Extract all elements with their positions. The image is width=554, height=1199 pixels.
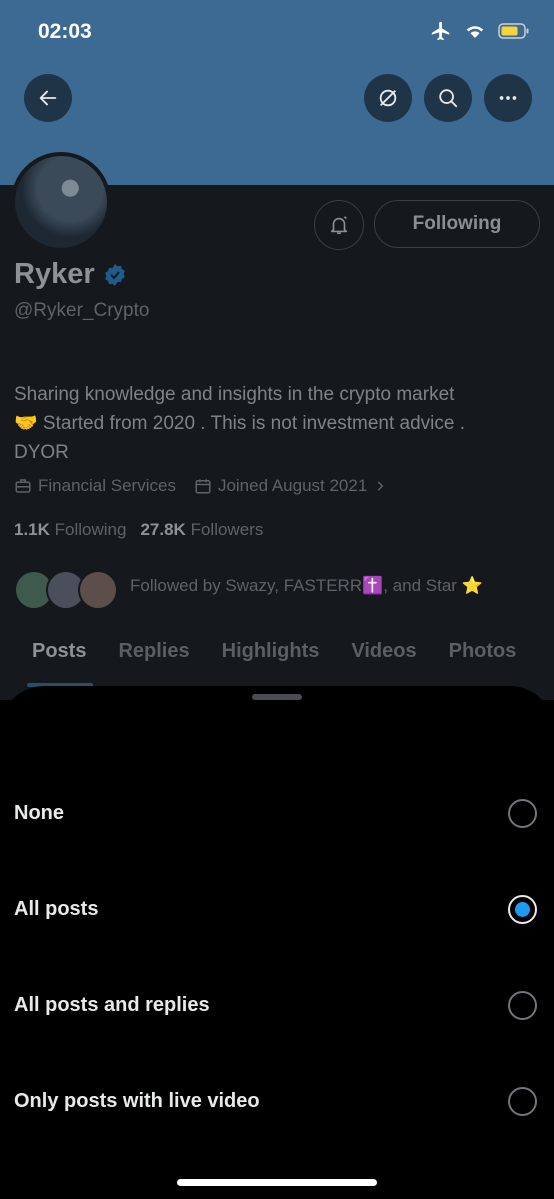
profile-tabs: Posts Replies Highlights Videos Photos [0, 640, 554, 663]
option-live-video[interactable]: Only posts with live video [0, 1071, 554, 1131]
option-none[interactable]: None [0, 783, 554, 843]
profile-stats: 1.1K Following 27.8K Followers [14, 520, 263, 540]
back-button[interactable] [24, 74, 72, 122]
bio-line: DYOR [14, 442, 69, 463]
profile-joined: Joined August 2021 [217, 476, 368, 495]
more-icon [499, 96, 517, 100]
followers-count-link[interactable]: 27.8K Followers [140, 520, 263, 540]
following-button[interactable]: Following [374, 200, 540, 248]
bio-line: Sharing knowledge and insights in the cr… [14, 384, 455, 405]
following-count: 1.1K [14, 520, 50, 539]
profile-handle: @Ryker_Crypto [14, 300, 150, 321]
tab-highlights[interactable]: Highlights [206, 640, 336, 663]
more-button[interactable] [484, 74, 532, 122]
search-icon [439, 89, 458, 108]
following-label: Following [54, 520, 127, 539]
verified-badge-icon [104, 263, 125, 286]
sheet-grabber[interactable] [252, 694, 302, 700]
bio-line: 🤝 Started from 2020 . This is not invest… [14, 413, 466, 434]
option-label: All posts [14, 897, 99, 920]
airplane-icon [431, 21, 450, 41]
wifi-icon [466, 26, 484, 38]
radio-all-posts[interactable] [508, 894, 537, 924]
avatar[interactable] [11, 152, 111, 252]
tab-posts[interactable]: Posts [16, 640, 102, 663]
calendar-icon [195, 479, 211, 494]
bell-icon [330, 216, 348, 235]
home-indicator[interactable] [177, 1179, 377, 1186]
followers-label: Followers [190, 520, 264, 539]
profile-category: Financial Services [38, 476, 176, 495]
followed-by-avatars[interactable] [14, 568, 124, 612]
avatar [78, 570, 118, 610]
status-time: 02:03 [38, 20, 92, 43]
radio-all-posts-and-replies[interactable] [508, 990, 537, 1020]
followed-by-text[interactable]: Followed by Swazy, FASTERR✝️, and Star ⭐ [130, 576, 483, 596]
tab-videos[interactable]: Videos [335, 640, 432, 663]
profile-meta: Financial Services Joined August 2021 [14, 476, 387, 496]
briefcase-icon [15, 479, 31, 493]
following-count-link[interactable]: 1.1K Following [14, 520, 126, 540]
radio-live-video[interactable] [508, 1086, 537, 1116]
option-label: None [14, 801, 64, 824]
option-all-posts[interactable]: All posts [0, 879, 554, 939]
followers-count: 27.8K [140, 520, 186, 539]
tab-replies[interactable]: Replies [102, 640, 205, 663]
grok-icon [379, 89, 397, 107]
option-label: Only posts with live video [14, 1089, 260, 1112]
radio-selected-dot [515, 901, 530, 917]
chevron-right-icon[interactable] [373, 479, 387, 493]
arrow-left-icon [39, 90, 57, 106]
grok-button[interactable] [364, 74, 412, 122]
search-button[interactable] [424, 74, 472, 122]
notifications-button[interactable] [314, 200, 364, 250]
tab-photos[interactable]: Photos [433, 640, 533, 663]
profile-name-text: Ryker [14, 258, 95, 290]
radio-none[interactable] [508, 798, 537, 828]
profile-bio: Sharing knowledge and insights in the cr… [14, 380, 539, 467]
option-all-posts-and-replies[interactable]: All posts and replies [0, 975, 554, 1035]
profile-name: Ryker [14, 258, 127, 291]
status-icons [430, 20, 530, 42]
battery-icon [498, 23, 529, 39]
option-label: All posts and replies [14, 993, 210, 1016]
